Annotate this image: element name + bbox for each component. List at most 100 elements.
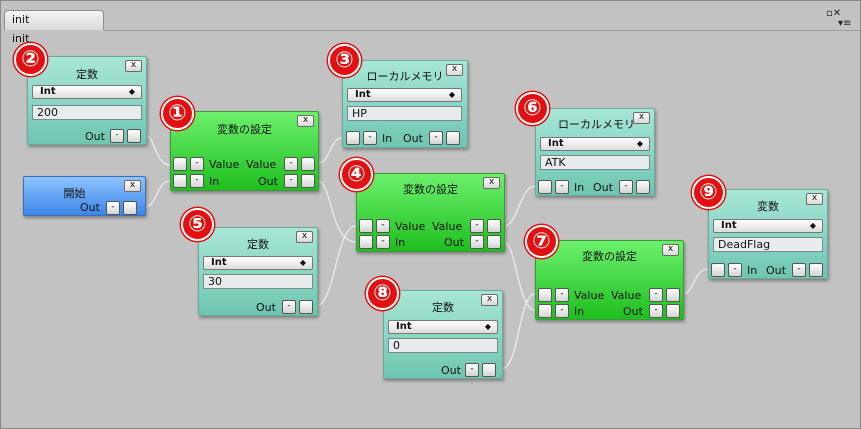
in-label: In (395, 236, 406, 249)
out-port-button[interactable] (123, 201, 137, 215)
out-port-button[interactable] (809, 263, 823, 277)
out-minus-button[interactable]: - (619, 180, 633, 194)
type-dropdown[interactable]: Int ◆ (713, 219, 823, 233)
type-dropdown[interactable]: Int ◆ (32, 85, 142, 99)
value-field[interactable]: 200 (32, 105, 142, 120)
out-port-button[interactable] (482, 363, 496, 377)
type-dropdown[interactable]: Int ◆ (347, 88, 462, 102)
in-port-button[interactable] (711, 263, 725, 277)
in-port-button[interactable] (538, 180, 552, 194)
out-port-button[interactable] (127, 129, 141, 143)
type-value: Int (211, 257, 227, 268)
close-button[interactable]: x (296, 231, 313, 243)
out-port-button[interactable] (666, 304, 680, 318)
in-port-button[interactable] (538, 304, 552, 318)
value-out-port-button[interactable] (487, 219, 501, 233)
in-label: In (209, 175, 220, 188)
in-minus-button[interactable]: - (376, 235, 390, 249)
out-port-button[interactable] (299, 300, 313, 314)
annotation-badge-1: ① (161, 97, 194, 130)
out-minus-button[interactable]: - (470, 235, 484, 249)
tab-init[interactable]: init (4, 10, 104, 30)
annotation-badge-5: ⑤ (181, 208, 214, 241)
in-port-button[interactable] (359, 235, 373, 249)
out-minus-button[interactable]: - (284, 174, 298, 188)
constant-node-0[interactable]: 定数 x Int ◆ 0 Out - (383, 290, 503, 379)
value-in-port-button[interactable] (359, 219, 373, 233)
in-label: In (574, 181, 585, 194)
type-dropdown[interactable]: Int ◆ (388, 320, 498, 334)
value-in-minus-button[interactable]: - (555, 288, 569, 302)
out-minus-button[interactable]: - (465, 363, 479, 377)
close-button[interactable]: x (481, 294, 498, 306)
close-button[interactable]: x (446, 64, 463, 76)
annotation-badge-3: ③ (328, 44, 361, 77)
out-minus-button[interactable]: - (106, 201, 120, 215)
set-variable-node-2[interactable]: 変数の設定 x - Value Value - - In Out - (356, 173, 505, 252)
value-field[interactable]: ATK (540, 155, 650, 170)
type-dropdown[interactable]: Int ◆ (203, 256, 313, 270)
in-minus-button[interactable]: - (555, 304, 569, 318)
variable-node-deadflag[interactable]: 変数 x Int ◆ DeadFlag - In Out - (708, 189, 828, 279)
close-button[interactable]: x (662, 244, 679, 256)
in-minus-button[interactable]: - (728, 263, 742, 277)
annotation-badge-6: ⑥ (516, 92, 549, 125)
in-minus-button[interactable]: - (363, 131, 377, 145)
out-minus-button[interactable]: - (282, 300, 296, 314)
out-port-button[interactable] (301, 174, 315, 188)
out-minus-button[interactable]: - (792, 263, 806, 277)
out-minus-button[interactable]: - (649, 304, 663, 318)
value-field[interactable]: HP (347, 106, 462, 121)
type-dropdown[interactable]: Int ◆ (540, 137, 650, 151)
value-out-label: Value (432, 220, 463, 233)
node-title: 変数の設定 (217, 123, 272, 136)
close-button[interactable]: x (297, 115, 314, 127)
type-value: Int (721, 220, 737, 231)
value-out-minus-button[interactable]: - (649, 288, 663, 302)
type-value: Int (548, 138, 564, 149)
out-label: Out (593, 181, 613, 194)
value-out-minus-button[interactable]: - (470, 219, 484, 233)
close-button[interactable]: x (483, 177, 500, 189)
window-menu-icon[interactable]: ▾≡ (838, 18, 851, 29)
set-variable-node-3[interactable]: 変数の設定 x - Value Value - - In Out - (535, 240, 684, 320)
constant-node-30[interactable]: 定数 x Int ◆ 30 Out - (198, 227, 318, 316)
value-field[interactable]: DeadFlag (713, 237, 823, 252)
value-out-port-button[interactable] (666, 288, 680, 302)
close-button[interactable]: x (125, 60, 142, 72)
out-port-button[interactable] (446, 131, 460, 145)
value-in-minus-button[interactable]: - (376, 219, 390, 233)
start-node[interactable]: 開始 x Out - (23, 176, 146, 216)
value-field[interactable]: 0 (388, 338, 498, 353)
out-port-button[interactable] (487, 235, 501, 249)
close-button[interactable]: x (633, 112, 650, 124)
dropdown-arrow-icon: ◆ (636, 139, 643, 148)
out-minus-button[interactable]: - (429, 131, 443, 145)
value-out-minus-button[interactable]: - (284, 157, 298, 171)
local-memory-node-hp[interactable]: ローカルメモリ x Int ◆ HP - In Out - (342, 60, 468, 148)
out-label: Out (441, 364, 461, 377)
dropdown-arrow-icon: ◆ (448, 90, 455, 99)
node-title: 変数の設定 (582, 250, 637, 263)
value-in-minus-button[interactable]: - (190, 157, 204, 171)
constant-node-200[interactable]: 定数 x Int ◆ 200 Out - (27, 56, 147, 145)
value-field[interactable]: 30 (203, 274, 313, 289)
in-port-button[interactable] (173, 174, 187, 188)
value-out-port-button[interactable] (301, 157, 315, 171)
in-port-button[interactable] (346, 131, 360, 145)
value-in-port-button[interactable] (538, 288, 552, 302)
close-button[interactable]: x (806, 193, 823, 205)
close-button[interactable]: x (124, 180, 141, 192)
out-label: Out (256, 301, 276, 314)
in-minus-button[interactable]: - (555, 180, 569, 194)
out-port-button[interactable] (636, 180, 650, 194)
in-label: In (747, 264, 758, 277)
local-memory-node-atk[interactable]: ローカルメモリ x Int ◆ ATK - In Out - (535, 108, 655, 196)
value-in-port-button[interactable] (173, 157, 187, 171)
annotation-badge-8: ⑧ (366, 277, 399, 310)
in-minus-button[interactable]: - (190, 174, 204, 188)
set-variable-node-1[interactable]: 変数の設定 x - Value Value - - In Out - (170, 111, 319, 191)
out-minus-button[interactable]: - (110, 129, 124, 143)
annotation-badge-7: ⑦ (525, 225, 558, 258)
type-value: Int (355, 89, 371, 100)
